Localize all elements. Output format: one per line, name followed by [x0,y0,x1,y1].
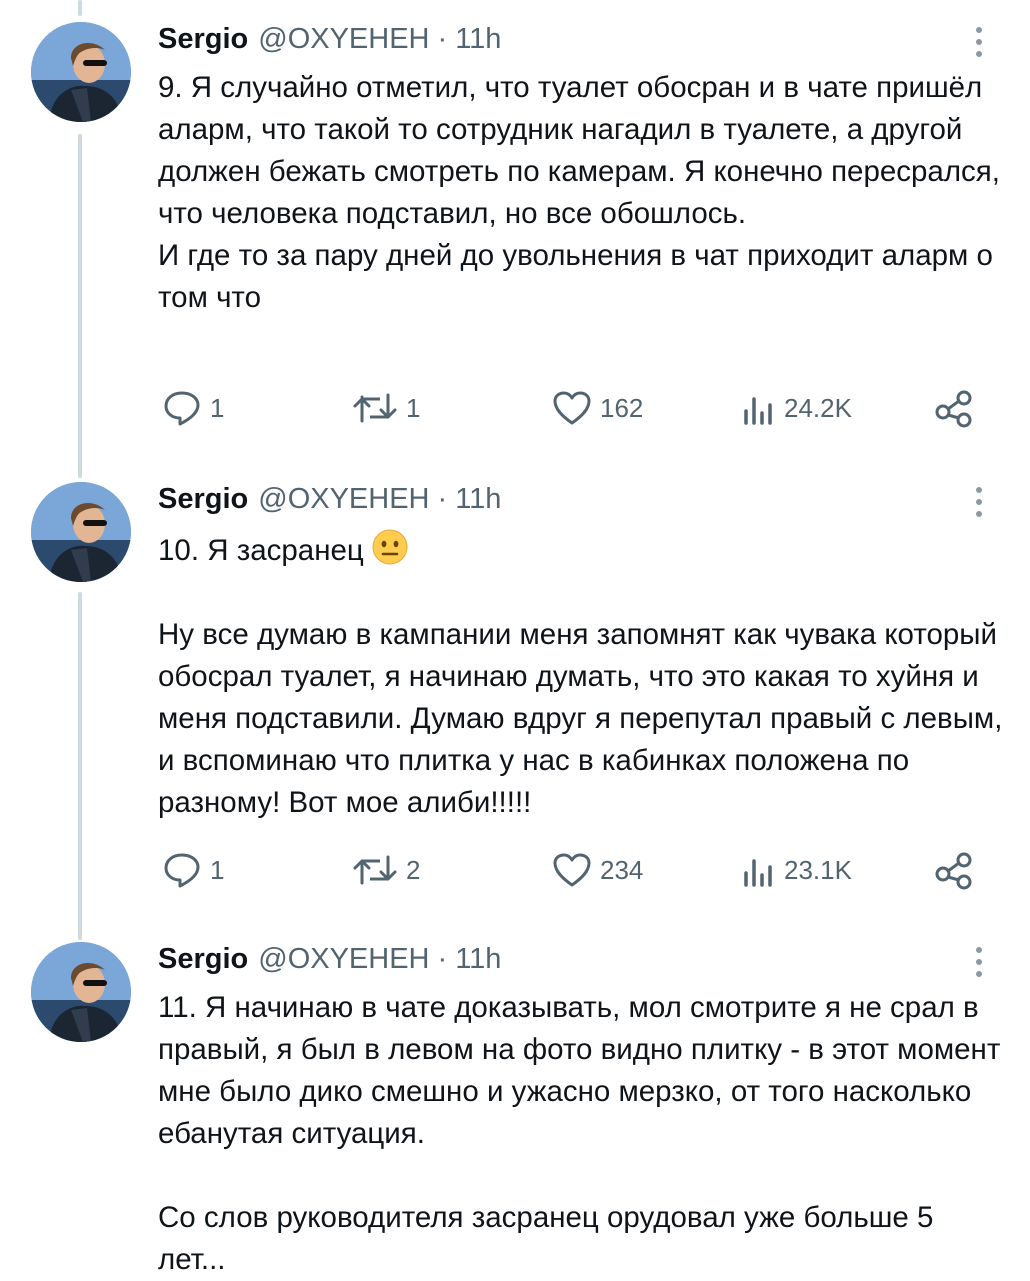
views-icon [744,859,772,887]
repost-button[interactable]: 2 [352,848,420,892]
repost-icon [353,855,397,885]
tweet-paragraph: И где то за пару дней до увольнения в ча… [158,239,1002,314]
like-button[interactable]: 234 [552,848,643,892]
tweet-text: 11. Я начинаю в чате доказывать, мол смо… [158,987,1008,1281]
author-handle[interactable]: @OXYEHEH [258,483,429,516]
neutral-face-emoji [372,529,408,565]
views-button[interactable]: 23.1K [742,848,852,892]
views-count: 24.2K [784,392,852,423]
avatar[interactable] [31,482,131,582]
like-count: 162 [600,392,644,423]
repost-button[interactable]: 1 [352,386,420,430]
repost-icon [353,393,397,423]
repost-count: 1 [406,392,421,423]
author-name[interactable]: Sergio [158,943,248,976]
tweet[interactable]: Sergio @OXYEHEH · 11h 9. Я случайно отме… [0,0,1030,460]
avatar-photo [31,482,131,582]
avatar[interactable] [31,942,131,1042]
separator-dot: · [437,22,448,55]
timestamp[interactable]: 11h [455,943,501,976]
separator-dot: · [437,942,448,975]
reply-icon [164,391,200,426]
tweet-header: Sergio @OXYEHEH · 11h [158,479,501,519]
tweet-paragraph: 9. Я случайно отметил, что туалет обосра… [158,71,1009,230]
tweet-paragraph: 11. Я начинаю в чате доказывать, мол смо… [158,991,1009,1150]
avatar[interactable] [31,22,131,122]
heart-icon [553,391,591,425]
more-icon[interactable] [966,942,992,982]
tweet-heading: 10. Я засранец [158,534,364,567]
views-count: 23.1K [784,854,852,885]
author-name[interactable]: Sergio [158,23,248,56]
views-icon [744,397,772,425]
share-icon [935,390,972,428]
share-icon [935,852,972,890]
avatar-photo [31,942,131,1042]
share-button[interactable] [934,386,974,430]
reply-button[interactable]: 1 [162,848,224,892]
tweet[interactable]: Sergio @OXYEHEH · 11h 10. Я засранец Ну … [0,460,1030,920]
tweet[interactable]: Sergio @OXYEHEH · 11h 11. Я начинаю в ча… [0,920,1030,1280]
heart-icon [553,853,591,887]
reply-count: 1 [210,392,225,423]
tweet-header: Sergio @OXYEHEH · 11h [158,939,501,979]
repost-count: 2 [406,854,421,885]
avatar-photo [31,22,131,122]
like-button[interactable]: 162 [552,386,643,430]
tweet-actions: 1 1 162 24.2K [0,386,1030,430]
author-name[interactable]: Sergio [158,483,248,516]
timestamp[interactable]: 11h [455,23,501,56]
more-icon[interactable] [966,482,992,522]
share-button[interactable] [934,848,974,892]
tweet-actions: 1 2 234 23.1K [0,848,1030,892]
reply-button[interactable]: 1 [162,386,224,430]
separator-dot: · [437,482,448,515]
views-button[interactable]: 24.2K [742,386,852,430]
tweet-paragraph: Со слов руководителя засранец орудовал у… [158,1201,942,1276]
tweet-text: 10. Я засранец Ну все думаю в кампании м… [158,527,1008,824]
reply-icon [164,853,200,888]
tweet-paragraph: Ну все думаю в кампании меня запомнят ка… [158,618,1011,819]
author-handle[interactable]: @OXYEHEH [258,943,429,976]
more-icon[interactable] [966,22,992,62]
tweet-header: Sergio @OXYEHEH · 11h [158,19,501,59]
like-count: 234 [600,854,644,885]
timestamp[interactable]: 11h [455,483,501,516]
reply-count: 1 [210,854,225,885]
tweet-text: 9. Я случайно отметил, что туалет обосра… [158,67,1008,319]
tweet-first-line: 10. Я засранец [158,527,1008,572]
author-handle[interactable]: @OXYEHEH [258,23,429,56]
